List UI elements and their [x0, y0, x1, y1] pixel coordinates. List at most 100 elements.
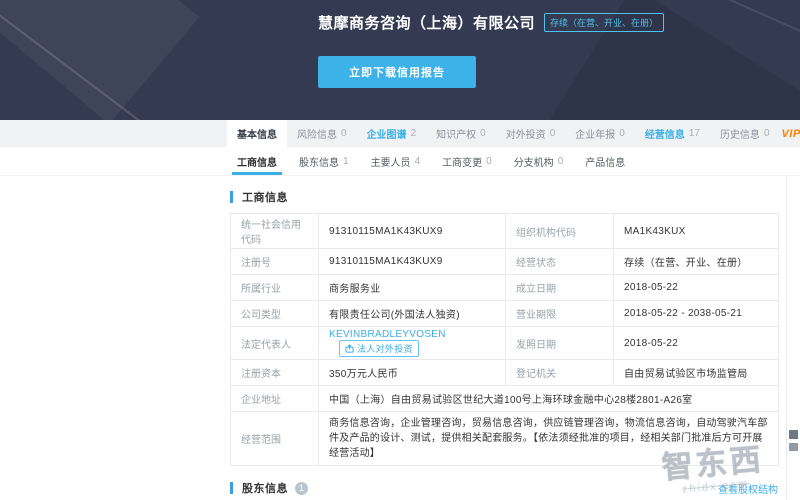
field-value: 91310115MA1K43KUX9 [319, 249, 506, 275]
field-label: 经营范围 [231, 412, 319, 466]
field-value: 自由贸易试验区市场监管局 [614, 360, 779, 386]
sub-tab-5[interactable]: 产品信息 [574, 147, 636, 175]
table-row: 法定代表人 KEVINBRADLEYVOSEN 法人对外投资 发照日期2018-05-… [231, 327, 779, 360]
field-label: 成立日期 [506, 275, 614, 301]
sub-tab-0[interactable]: 工商信息 [226, 147, 288, 175]
field-value: 商务信息咨询，企业管理咨询，贸易信息咨询，供应链管理咨询，物流信息咨询，自动驾驶… [319, 412, 779, 466]
sub-tab-count: 4 [415, 156, 421, 167]
business-info-section-head: 工商信息 [230, 189, 778, 205]
page: 慧摩商务咨询（上海）有限公司 存续（在营、开业、在册） 立即下载信用报告 基本信… [0, 0, 800, 500]
field-label: 发照日期 [506, 327, 614, 360]
shareholder-count-badge: 1 [295, 482, 308, 495]
field-value: 商务服务业 [319, 275, 506, 301]
main-tab-count: 0 [764, 128, 770, 139]
field-value: 350万元人民币 [319, 360, 506, 386]
field-label: 统一社会信用代码 [231, 214, 319, 249]
main-tab-5[interactable]: 企业年报 0 [565, 120, 635, 147]
field-value: 2018-05-22 [614, 275, 779, 301]
sub-tab-count: 0 [486, 156, 492, 167]
main-tab-count: 0 [619, 128, 625, 139]
field-label: 注册资本 [231, 360, 319, 386]
view-equity-structure-link[interactable]: 查看股权结构 [718, 481, 778, 496]
main-tab-3[interactable]: 知识产权 0 [426, 120, 496, 147]
field-value: KEVINBRADLEYVOSEN 法人对外投资 [319, 327, 506, 360]
clipped-side-panel-fragment [789, 430, 798, 439]
sub-tab-label: 工商变更 [442, 154, 482, 169]
sub-tab-label: 主要人员 [371, 154, 411, 169]
table-row: 公司类型有限责任公司(外国法人独资)营业期限2018-05-22 - 2038-… [231, 301, 779, 327]
main-content: 工商信息 统一社会信用代码91310115MA1K43KUX9组织机构代码MA1… [230, 176, 778, 500]
company-status-badge: 存续（在营、开业、在册） [544, 13, 664, 32]
field-label: 经营状态 [506, 249, 614, 275]
sub-tab-4[interactable]: 分支机构0 [503, 147, 575, 175]
business-info-title: 工商信息 [242, 189, 288, 205]
sub-tab-3[interactable]: 工商变更 0 [431, 147, 503, 175]
field-label: 登记机关 [506, 360, 614, 386]
main-tab-7[interactable]: 历史信息 0 [710, 120, 780, 147]
table-row: 所属行业商务服务业成立日期2018-05-22 [231, 275, 779, 301]
business-info-table: 统一社会信用代码91310115MA1K43KUX9组织机构代码MA1K43KU… [230, 213, 779, 466]
section-accent-bar [230, 482, 233, 494]
sub-tab-count: 1 [343, 156, 349, 167]
company-name: 慧摩商务咨询（上海）有限公司 [318, 12, 535, 33]
shareholder-section-head: 股东信息 1 查看股权结构 [230, 480, 778, 496]
main-tab-count: 2 [411, 128, 417, 139]
field-value: 有限责任公司(外国法人独资) [319, 301, 506, 327]
main-tab-count: 0 [550, 128, 556, 139]
main-tab-6[interactable]: 经营信息 17 [635, 120, 710, 147]
table-row: 注册号91310115MA1K43KUX9经营状态存续（在营、开业、在册） [231, 249, 779, 275]
right-panel-divider [786, 176, 787, 500]
main-tab-2[interactable]: 企业图谱 2 [357, 120, 427, 147]
company-hero-header: 慧摩商务咨询（上海）有限公司 存续（在营、开业、在册） 立即下载信用报告 [0, 0, 800, 120]
shareholder-info-title: 股东信息 [242, 480, 288, 496]
sub-tab-1[interactable]: 股东信息 1 [288, 147, 360, 175]
hero-decor-polygon [0, 0, 199, 120]
sub-tab-bar: 工商信息 股东信息 1 主要人员 4 工商变更 0 分支机构0 产品信息 [0, 147, 800, 176]
main-tab-label: 风险信息 [297, 126, 337, 141]
sub-tab-label: 产品信息 [585, 154, 625, 169]
main-tab-count: 0 [341, 128, 347, 139]
field-label: 组织机构代码 [506, 214, 614, 249]
outbound-investment-badge[interactable]: 法人对外投资 [339, 340, 419, 357]
main-tab-1[interactable]: 风险信息 0 [287, 120, 357, 147]
main-tab-label: 经营信息 [645, 126, 685, 141]
field-label: 法定代表人 [231, 327, 319, 360]
field-value: 91310115MA1K43KUX9 [319, 214, 506, 249]
legal-representative-link[interactable]: KEVINBRADLEYVOSEN [329, 329, 446, 340]
field-value: MA1K43KUX [614, 214, 779, 249]
main-tab-0[interactable]: 基本信息 [227, 120, 287, 147]
vip-badge[interactable]: VIP [780, 120, 800, 147]
main-tab-bar: 基本信息 风险信息 0 企业图谱 2 知识产权 0 对外投资 0 企业年报 0 经营信息 17 历史信息 0… [0, 120, 800, 147]
field-label: 所属行业 [231, 275, 319, 301]
field-value: 2018-05-22 [614, 327, 779, 360]
field-value: 中国（上海）自由贸易试验区世纪大道100号上海环球金融中心28楼2801-A26… [319, 386, 779, 412]
field-label: 注册号 [231, 249, 319, 275]
field-label: 营业期限 [506, 301, 614, 327]
field-label: 企业地址 [231, 386, 319, 412]
sub-tab-label: 股东信息 [299, 154, 339, 169]
outbound-investment-icon [345, 344, 354, 353]
main-tab-label: 历史信息 [720, 126, 760, 141]
main-tab-label: 对外投资 [506, 126, 546, 141]
table-row: 注册资本350万元人民币登记机关自由贸易试验区市场监管局 [231, 360, 779, 386]
main-tab-label: 基本信息 [237, 126, 277, 141]
table-row: 企业地址中国（上海）自由贸易试验区世纪大道100号上海环球金融中心28楼2801… [231, 386, 779, 412]
outbound-investment-badge-label: 法人对外投资 [357, 342, 413, 355]
main-tab-count: 17 [689, 128, 700, 139]
sub-tab-label: 工商信息 [237, 154, 277, 169]
main-tab-4[interactable]: 对外投资 0 [496, 120, 566, 147]
sub-tab-label: 分支机构 [514, 154, 554, 169]
section-accent-bar [230, 191, 233, 203]
field-value: 存续（在营、开业、在册） [614, 249, 779, 275]
field-label: 公司类型 [231, 301, 319, 327]
main-tab-label: 企业图谱 [367, 126, 407, 141]
download-credit-report-button[interactable]: 立即下载信用报告 [318, 56, 476, 88]
clipped-side-panel-fragment [789, 443, 798, 451]
sub-tab-2[interactable]: 主要人员 4 [360, 147, 432, 175]
main-tab-count: 0 [480, 128, 486, 139]
table-row: 经营范围商务信息咨询，企业管理咨询，贸易信息咨询，供应链管理咨询，物流信息咨询，… [231, 412, 779, 466]
field-value: 2018-05-22 - 2038-05-21 [614, 301, 779, 327]
main-tab-label: 知识产权 [436, 126, 476, 141]
table-row: 统一社会信用代码91310115MA1K43KUX9组织机构代码MA1K43KU… [231, 214, 779, 249]
main-tab-label: 企业年报 [575, 126, 615, 141]
